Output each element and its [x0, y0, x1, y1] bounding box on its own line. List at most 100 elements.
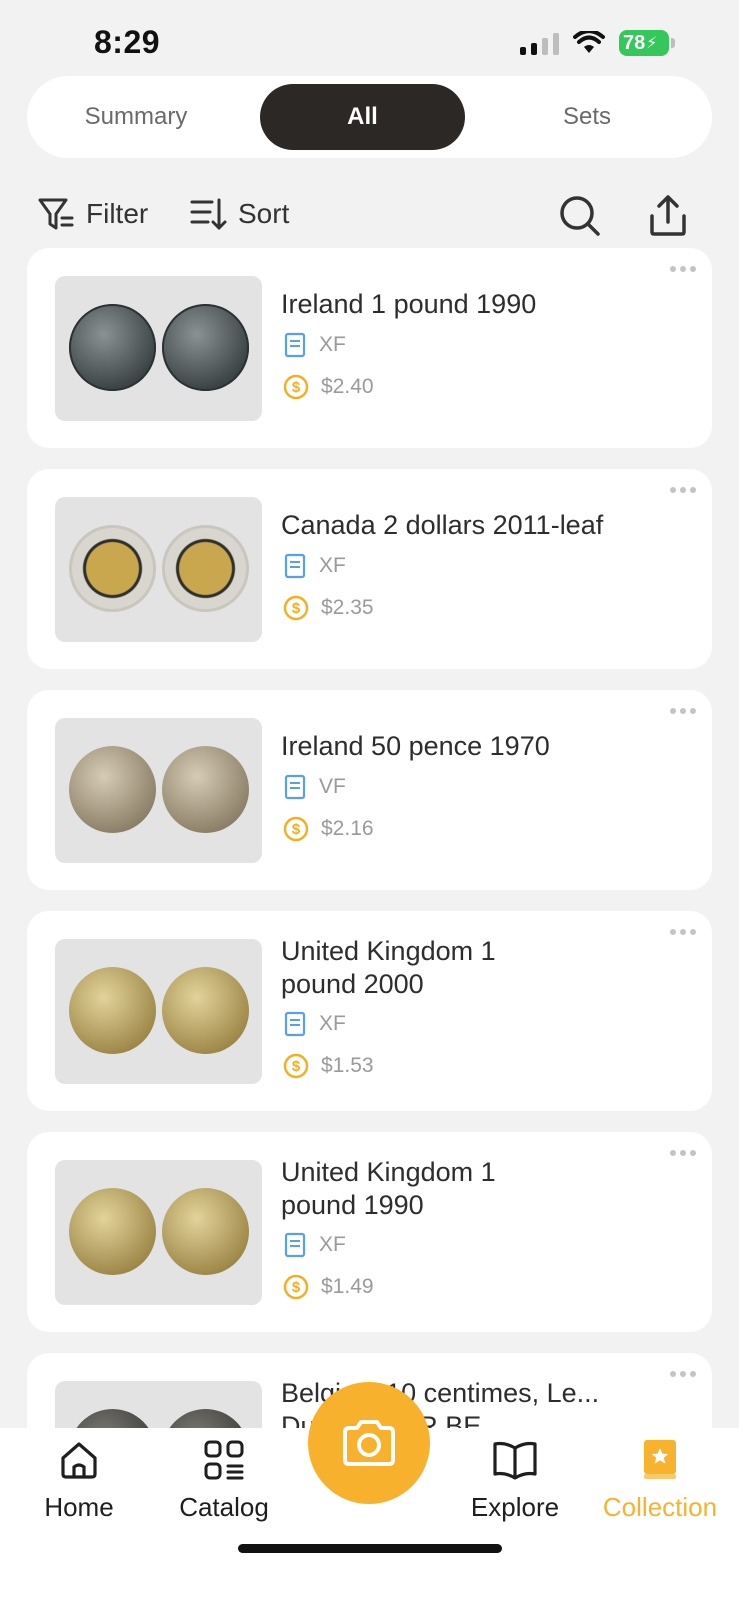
coin-photo: [55, 1160, 262, 1305]
coin-card[interactable]: Ireland 50 pence 1970 VF $ $2.16: [27, 690, 712, 890]
share-icon: [650, 195, 686, 236]
coin-obverse: [69, 304, 156, 391]
coin-photo: [55, 939, 262, 1084]
coin-reverse: [162, 746, 249, 833]
sort-icon: [190, 198, 227, 230]
more-icon[interactable]: [670, 483, 698, 497]
coin-reverse: [162, 967, 249, 1054]
coin-price: $2.40: [321, 375, 374, 398]
coin-price: $1.49: [321, 1275, 374, 1298]
coin-reverse: [162, 304, 249, 391]
coin-grade-row: XF: [283, 1011, 346, 1037]
home-icon: [61, 1442, 97, 1479]
more-icon[interactable]: [670, 925, 698, 939]
coin-title: United Kingdom 1 pound 1990: [281, 1157, 496, 1220]
svg-text:$: $: [292, 1058, 301, 1075]
tab-summary[interactable]: Summary: [27, 84, 245, 150]
status-icons: 78 ⚡: [520, 30, 675, 56]
book-icon: [284, 553, 306, 579]
battery-icon: 78 ⚡: [619, 30, 675, 56]
coin-title: Ireland 50 pence 1970: [281, 731, 550, 761]
dollar-icon: $: [283, 374, 309, 400]
dollar-icon: $: [283, 1053, 309, 1079]
battery-level: 78: [623, 31, 646, 54]
coin-price-row: $ $1.53: [283, 1053, 374, 1079]
wifi-icon: [573, 31, 605, 53]
coin-card[interactable]: United Kingdom 1 pound 2000 XF $ $1.53: [27, 911, 712, 1111]
coin-photo: [55, 718, 262, 863]
more-icon[interactable]: [670, 704, 698, 718]
nav-home-label: Home: [44, 1492, 114, 1522]
coin-photo: [55, 276, 262, 421]
view-segmented-control: Summary All Sets: [27, 76, 712, 158]
catalog-icon: [204, 1440, 244, 1480]
coin-grade-row: VF: [283, 774, 346, 800]
coin-grade: XF: [319, 1233, 346, 1256]
coin-card[interactable]: United Kingdom 1 pound 1990 XF $ $1.49: [27, 1132, 712, 1332]
coin-price: $1.53: [321, 1054, 374, 1077]
more-icon[interactable]: [670, 1146, 698, 1160]
status-time: 8:29: [94, 24, 161, 60]
coin-obverse: [69, 1188, 156, 1275]
svg-text:$: $: [292, 1279, 301, 1296]
coin-grade: XF: [319, 333, 346, 356]
svg-text:$: $: [292, 379, 301, 396]
home-indicator: [238, 1544, 502, 1553]
coin-price-row: $ $1.49: [283, 1274, 374, 1300]
coin-price: $2.16: [321, 817, 374, 840]
more-icon[interactable]: [670, 262, 698, 276]
tab-all[interactable]: All: [260, 84, 465, 150]
collection-icon: [644, 1440, 676, 1479]
nav-explore[interactable]: Explore: [445, 1438, 585, 1523]
dollar-icon: $: [283, 816, 309, 842]
coin-title: Canada 2 dollars 2011-leaf: [281, 510, 604, 540]
book-icon: [284, 332, 306, 358]
coin-price-row: $ $2.40: [283, 374, 374, 400]
coin-grade-row: XF: [283, 332, 346, 358]
coin-grade-row: XF: [283, 553, 346, 579]
dollar-icon: $: [283, 595, 309, 621]
coin-photo: [55, 497, 262, 642]
coin-reverse: [162, 525, 249, 612]
nav-catalog-label: Catalog: [179, 1492, 269, 1522]
list-toolbar: Filter Sort: [0, 180, 739, 256]
filter-icon: [38, 198, 74, 230]
sort-label: Sort: [238, 198, 290, 229]
search-icon: [560, 196, 600, 236]
coin-grade: XF: [319, 554, 346, 577]
book-icon: [284, 774, 306, 800]
book-icon: [284, 1232, 306, 1258]
book-icon: [284, 1011, 306, 1037]
coin-card[interactable]: Ireland 1 pound 1990 XF $ $2.40: [27, 248, 712, 448]
nav-catalog[interactable]: Catalog: [154, 1438, 294, 1523]
coin-list: Ireland 1 pound 1990 XF $ $2.40 Canada 2…: [27, 248, 712, 1574]
camera-button[interactable]: [308, 1382, 430, 1504]
coin-grade: XF: [319, 1012, 346, 1035]
coin-obverse: [69, 746, 156, 833]
share-button[interactable]: [648, 194, 688, 238]
coin-title: Ireland 1 pound 1990: [281, 289, 537, 319]
explore-icon: [493, 1441, 537, 1480]
filter-label: Filter: [86, 198, 149, 229]
more-icon[interactable]: [670, 1367, 698, 1381]
svg-text:$: $: [292, 821, 301, 838]
svg-text:$: $: [292, 600, 301, 617]
coin-price-row: $ $2.35: [283, 595, 374, 621]
coin-title: United Kingdom 1 pound 2000: [281, 936, 496, 999]
dollar-icon: $: [283, 1274, 309, 1300]
coin-price: $2.35: [321, 596, 374, 619]
coin-reverse: [162, 1188, 249, 1275]
filter-button[interactable]: Filter: [36, 194, 148, 234]
sort-button[interactable]: Sort: [188, 194, 289, 234]
search-button[interactable]: [558, 194, 602, 238]
nav-collection[interactable]: Collection: [590, 1438, 730, 1523]
tab-sets[interactable]: Sets: [482, 84, 692, 150]
nav-home[interactable]: Home: [9, 1438, 149, 1523]
nav-collection-label: Collection: [602, 1492, 718, 1522]
coin-obverse: [69, 525, 156, 612]
coin-obverse: [69, 967, 156, 1054]
nav-explore-label: Explore: [470, 1492, 560, 1522]
status-bar: 8:29 78 ⚡: [0, 0, 739, 80]
coin-card[interactable]: Canada 2 dollars 2011-leaf XF $ $2.35: [27, 469, 712, 669]
camera-icon: [343, 1420, 395, 1466]
